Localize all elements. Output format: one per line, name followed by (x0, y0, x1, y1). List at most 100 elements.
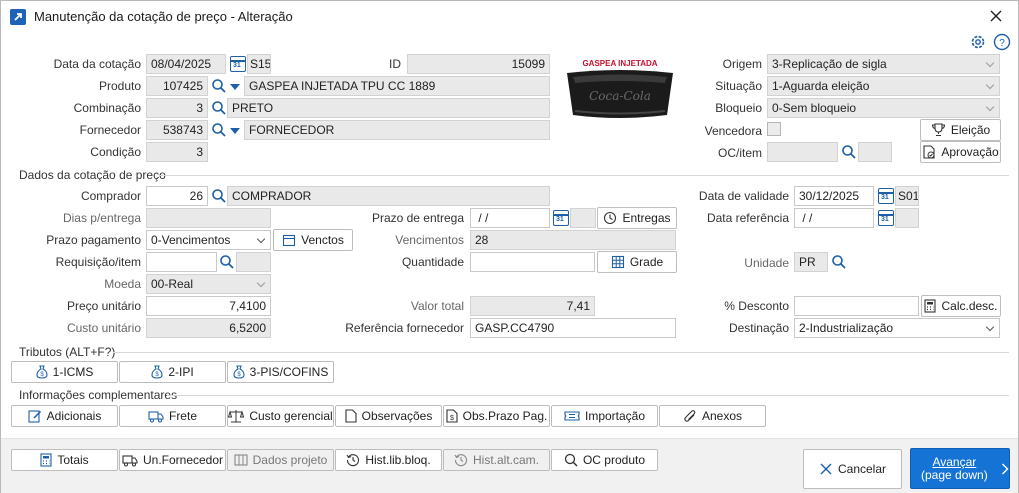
edit-icon (28, 410, 41, 423)
quantidade-field[interactable] (470, 252, 595, 272)
valor-total-field: 7,41 (470, 296, 595, 316)
calc-desc-button[interactable]: Calc.desc. (921, 295, 1001, 317)
gear-icon[interactable] (969, 33, 987, 51)
data-cotacao-field: 08/04/2025 (146, 54, 226, 74)
columns-icon (234, 454, 248, 466)
prazo-entrega-label: Prazo de entrega (371, 211, 464, 225)
hist-lib-bloq-button[interactable]: Hist.lib.bloq. (335, 449, 442, 471)
prazo-entrega-code (570, 208, 596, 228)
data-validade-field[interactable]: 30/12/2025 (794, 186, 874, 206)
hist-alt-cam-button[interactable]: Hist.alt.cam. (443, 449, 550, 471)
dropdown-arrow-icon[interactable] (230, 84, 240, 90)
moeda-label: Moeda (104, 277, 141, 291)
pis-cofins-button[interactable]: $ 3-PIS/COFINS (227, 361, 334, 383)
help-icon[interactable]: ? (993, 33, 1011, 51)
dropdown-arrow-icon[interactable] (230, 128, 240, 134)
totais-button[interactable]: Totais (11, 449, 118, 471)
document-icon (345, 409, 357, 423)
eleicao-button[interactable]: Eleição (920, 119, 1001, 141)
comprador-code-field[interactable]: 26 (146, 186, 208, 206)
grid-icon (611, 255, 624, 269)
frete-button[interactable]: Frete (119, 405, 226, 427)
moeda-select[interactable]: 00-Real (146, 274, 271, 294)
search-icon[interactable] (211, 188, 227, 204)
svg-text:$: $ (40, 372, 44, 378)
product-image: GASPEA INJETADA Coca-Cola (561, 53, 679, 125)
data-referencia-field[interactable]: / / (794, 208, 874, 228)
history-icon (454, 454, 467, 467)
condicao-field: 3 (146, 142, 208, 162)
custo-gerencial-button[interactable]: Custo gerencial (227, 405, 334, 427)
svg-text:$: $ (156, 372, 160, 378)
search-icon[interactable] (831, 254, 847, 270)
ipi-button[interactable]: $ 2-IPI (119, 361, 226, 383)
anexos-button[interactable]: Anexos (659, 405, 766, 427)
un-fornecedor-button[interactable]: Un.Fornecedor (119, 449, 226, 471)
prazo-entrega-field[interactable]: / / (470, 208, 550, 228)
dados-section-title: Dados da cotação de preço (19, 168, 166, 182)
requisicao-field[interactable] (146, 252, 217, 272)
search-icon[interactable] (219, 254, 235, 270)
cancel-button[interactable]: Cancelar (803, 449, 902, 489)
bloqueio-label: Bloqueio (715, 101, 762, 115)
vencedora-checkbox[interactable] (767, 122, 781, 136)
svg-text:$: $ (450, 415, 454, 422)
requisicao-item-field (236, 252, 271, 272)
oc-produto-button[interactable]: OC produto (551, 449, 658, 471)
destinacao-label: Destinação (728, 321, 789, 335)
calendar-icon (283, 234, 296, 247)
trophy-icon (931, 123, 945, 137)
title-bar: Manutenção da cotação de preço - Alteraç… (1, 1, 1018, 32)
advance-button-label: Avançar (932, 454, 977, 469)
id-field: 15099 (407, 54, 550, 74)
observacoes-button[interactable]: Observações (335, 405, 442, 427)
icms-button[interactable]: $ 1-ICMS (11, 361, 118, 383)
combinacao-code-field[interactable]: 3 (146, 98, 208, 118)
bloqueio-select[interactable]: 0-Sem bloqueio (767, 98, 1000, 118)
grade-button[interactable]: Grade (597, 251, 677, 273)
calendar-icon[interactable]: 31 (878, 210, 894, 226)
origem-label: Origem (722, 57, 762, 71)
dados-projeto-button[interactable]: Dados projeto (227, 449, 334, 471)
origem-select[interactable]: 3-Replicação de sigla (767, 54, 1000, 74)
grade-button-label: Grade (629, 255, 664, 269)
fornecedor-code-field[interactable]: 538743 (146, 120, 208, 140)
search-icon[interactable] (841, 144, 857, 160)
desconto-label: % Desconto (724, 299, 789, 313)
advance-button[interactable]: Avançar (page down) (910, 448, 1010, 489)
scale-icon (228, 410, 245, 423)
pis-cofins-button-label: 3-PIS/COFINS (249, 365, 329, 379)
condicao-label: Condição (90, 145, 141, 159)
aprovacao-button[interactable]: Aprovação (920, 141, 1001, 163)
search-icon[interactable] (211, 78, 227, 94)
entregas-button[interactable]: Entregas (597, 207, 677, 229)
desconto-field[interactable] (794, 296, 919, 316)
requisicao-label: Requisição/item (55, 255, 141, 269)
preco-unitario-field[interactable]: 7,4100 (146, 296, 271, 316)
search-icon[interactable] (211, 100, 227, 116)
vencimentos-field: 28 (470, 230, 676, 250)
svg-text:$: $ (237, 372, 241, 378)
calendar-icon[interactable]: 31 (553, 210, 569, 226)
obs-prazo-pag-button[interactable]: $ Obs.Prazo Pag. (443, 405, 550, 427)
produto-code-field[interactable]: 107425 (146, 76, 208, 96)
calendar-icon[interactable]: 31 (878, 188, 894, 204)
calendar-icon[interactable]: 31 (230, 56, 246, 72)
document-check-icon (923, 145, 935, 159)
adicionais-button[interactable]: Adicionais (11, 405, 118, 427)
custo-unitario-field: 6,5200 (146, 318, 271, 338)
close-icon[interactable] (988, 8, 1004, 24)
unidade-label: Unidade (744, 256, 789, 270)
destinacao-select[interactable]: 2-Industrialização (794, 318, 1000, 338)
svg-text:?: ? (999, 38, 1005, 49)
ref-fornecedor-field[interactable]: GASP.CC4790 (470, 318, 676, 338)
situacao-select[interactable]: 1-Aguarda eleição (767, 76, 1000, 96)
oc-field (767, 142, 838, 162)
comprador-desc-field: COMPRADOR (227, 186, 550, 206)
oc-item-field (858, 142, 892, 162)
section-divider (113, 352, 1009, 353)
search-icon[interactable] (211, 122, 227, 138)
importacao-button[interactable]: Importação (551, 405, 658, 427)
importacao-button-label: Importação (584, 409, 646, 423)
prazo-pagamento-select[interactable]: 0-Vencimentos (146, 230, 271, 250)
